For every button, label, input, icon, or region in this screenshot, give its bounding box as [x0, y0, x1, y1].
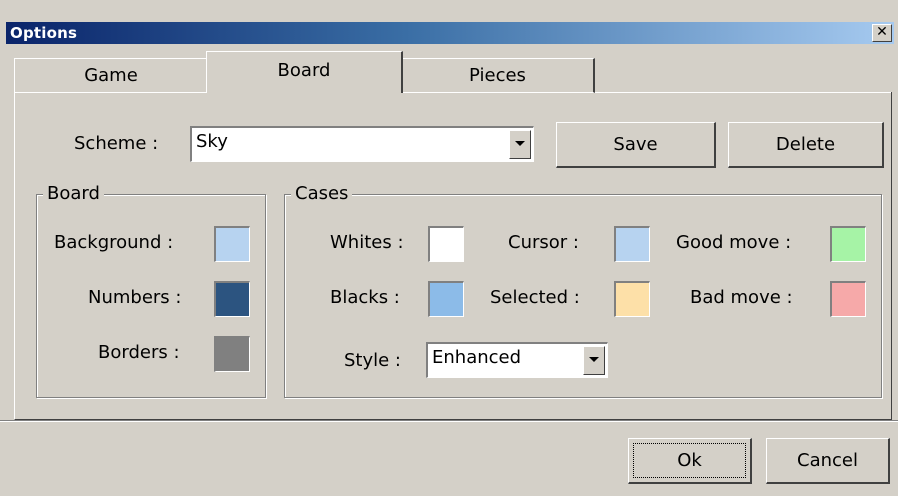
- background-label: Background :: [54, 232, 174, 253]
- options-dialog: Options ✕ Game Board Pieces Scheme : Sky…: [0, 0, 898, 496]
- delete-button[interactable]: Delete: [728, 122, 884, 168]
- scheme-label: Scheme :: [74, 133, 159, 154]
- style-label: Style :: [344, 350, 401, 371]
- bad-move-color-swatch[interactable]: [830, 281, 866, 317]
- numbers-color-swatch[interactable]: [214, 281, 250, 317]
- borders-label: Borders :: [98, 342, 180, 363]
- ok-label: Ok: [677, 450, 702, 471]
- close-button[interactable]: ✕: [872, 24, 892, 42]
- chevron-down-icon[interactable]: [583, 346, 605, 375]
- style-select[interactable]: Enhanced: [426, 342, 608, 378]
- tab-game[interactable]: Game: [14, 58, 207, 93]
- tab-board[interactable]: Board: [206, 51, 403, 93]
- background-color-swatch[interactable]: [214, 226, 250, 262]
- cursor-color-swatch[interactable]: [614, 226, 650, 262]
- save-button[interactable]: Save: [556, 122, 716, 168]
- blacks-label: Blacks :: [330, 287, 400, 308]
- selected-label: Selected :: [490, 287, 580, 308]
- cancel-button[interactable]: Cancel: [766, 438, 890, 484]
- chevron-down-icon[interactable]: [509, 130, 531, 159]
- good-move-color-swatch[interactable]: [830, 226, 866, 262]
- board-group-title: Board: [43, 183, 104, 204]
- ok-button[interactable]: Ok: [628, 438, 752, 484]
- style-value: Enhanced: [432, 347, 522, 368]
- whites-color-swatch[interactable]: [428, 226, 464, 262]
- tab-pieces[interactable]: Pieces: [402, 58, 595, 93]
- scheme-select[interactable]: Sky: [190, 126, 534, 162]
- bad-move-label: Bad move :: [690, 287, 793, 308]
- window-title: Options: [10, 24, 78, 42]
- borders-color-swatch[interactable]: [214, 336, 250, 372]
- whites-label: Whites :: [330, 232, 404, 253]
- close-icon: ✕: [876, 24, 888, 40]
- cases-group-title: Cases: [291, 183, 353, 204]
- blacks-color-swatch[interactable]: [428, 281, 464, 317]
- scheme-value: Sky: [196, 131, 228, 152]
- title-bar[interactable]: Options ✕: [6, 22, 894, 44]
- good-move-label: Good move :: [676, 232, 792, 253]
- numbers-label: Numbers :: [88, 287, 182, 308]
- footer-divider: [0, 420, 898, 422]
- selected-color-swatch[interactable]: [614, 281, 650, 317]
- cursor-label: Cursor :: [508, 232, 579, 253]
